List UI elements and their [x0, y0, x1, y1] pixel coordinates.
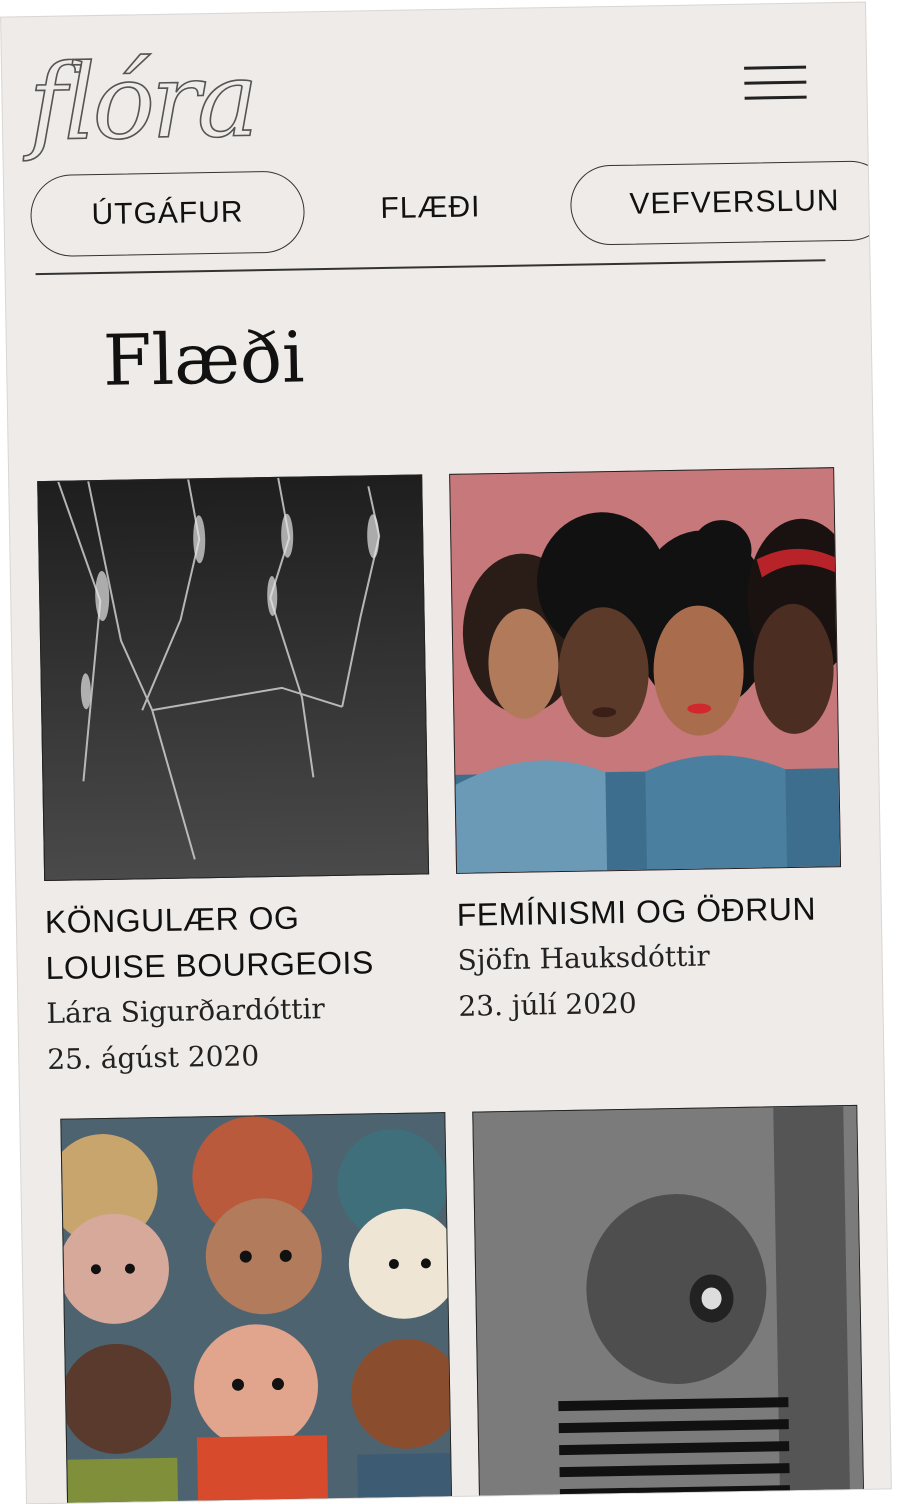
article-card[interactable]: KÖNGULÆR OG LOUISE BOURGEOIS Lára Sigurð…	[37, 474, 432, 1083]
article-author: Sjöfn Hauksdóttir	[457, 939, 710, 977]
crowd-illustration-image	[60, 1113, 453, 1504]
nav-item-utgafur[interactable]: ÚTGÁFUR	[29, 170, 306, 258]
article-date: 23. júlí 2020	[458, 986, 637, 1023]
article-title-line: LOUISE BOURGEOIS	[45, 944, 375, 987]
hamburger-menu-icon[interactable]	[744, 65, 807, 101]
nav-item-vefverslun[interactable]: VEFVERSLUN	[569, 160, 891, 246]
butterfly-portrait-image	[473, 1105, 865, 1504]
article-card[interactable]	[472, 1104, 865, 1504]
article-card[interactable]	[60, 1112, 453, 1504]
page-title: Flæði	[102, 316, 306, 402]
women-illustration-image	[450, 468, 842, 874]
article-title[interactable]: KÖNGULÆR OG LOUISE BOURGEOIS	[44, 892, 431, 991]
site-logo[interactable]: flóra	[27, 37, 257, 165]
article-date: 25. ágúst 2020	[47, 1039, 260, 1077]
main-nav: ÚTGÁFUR FLÆÐI VEFVERSLUN	[4, 160, 891, 266]
nav-label: FLÆÐI	[380, 190, 481, 226]
mobile-page: flóra ÚTGÁFUR FLÆÐI VEFVERSLUN Flæði KÖN…	[1, 2, 891, 1504]
article-thumbnail[interactable]	[472, 1104, 865, 1504]
article-author: Lára Sigurðardóttir	[46, 992, 326, 1031]
article-title[interactable]: FEMÍNISMI OG ÖÐRUN	[456, 885, 842, 938]
nav-label: VEFVERSLUN	[629, 184, 840, 221]
spider-web-image	[38, 475, 430, 882]
article-thumbnail[interactable]	[449, 467, 842, 874]
article-title-line: KÖNGULÆR OG	[44, 899, 300, 941]
article-thumbnail[interactable]	[37, 474, 430, 882]
article-title-line: FEMÍNISMI OG ÖÐRUN	[456, 890, 817, 933]
nav-label: ÚTGÁFUR	[91, 195, 244, 232]
nav-item-flaedi[interactable]: FLÆÐI	[350, 167, 511, 250]
article-card[interactable]: FEMÍNISMI OG ÖÐRUN Sjöfn Hauksdóttir 23.…	[449, 467, 844, 1030]
article-thumbnail[interactable]	[60, 1112, 453, 1504]
